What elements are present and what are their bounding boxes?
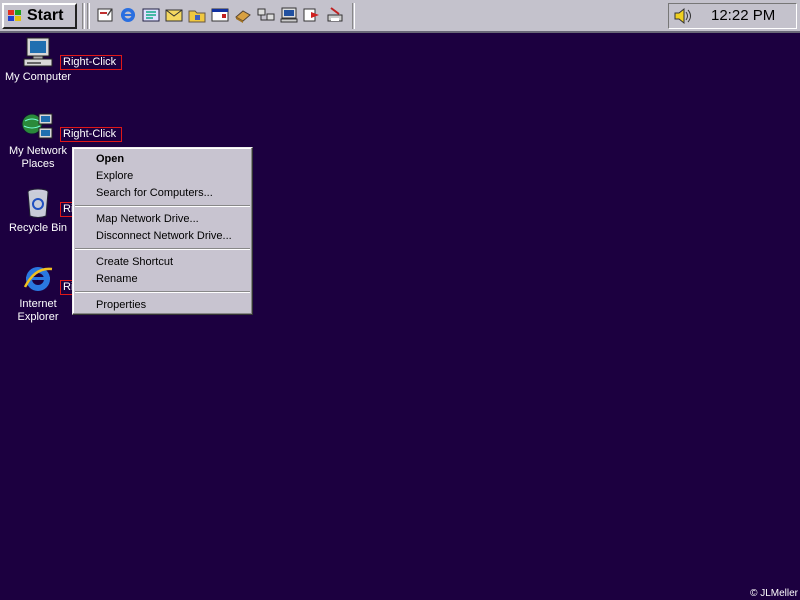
quick-launch-bar: [95, 5, 345, 27]
computer-icon[interactable]: [279, 5, 299, 25]
arrow-icon[interactable]: [302, 5, 322, 25]
volume-icon[interactable]: [672, 6, 694, 26]
menu-item-properties[interactable]: Properties: [96, 298, 146, 312]
clock[interactable]: 12:22 PM: [711, 7, 775, 24]
taskbar-separator: [82, 3, 85, 29]
internet-explorer-icon[interactable]: [118, 5, 138, 25]
right-click-tag: Right-Click: [60, 127, 122, 142]
menu-separator: [75, 291, 250, 293]
taskbar-separator: [87, 3, 90, 29]
internet-explorer-icon: [23, 267, 53, 291]
recycle-bin-icon: [27, 188, 49, 218]
desktop-icon-label: My Network Places: [8, 145, 68, 170]
outlook-icon[interactable]: [164, 5, 184, 25]
windows-logo-icon: [8, 10, 21, 21]
desktop-icon-label: Internet Explorer: [17, 298, 59, 323]
printer-icon[interactable]: [325, 5, 345, 25]
copyright-text: © JLMeller: [750, 588, 798, 599]
menu-separator: [75, 248, 250, 250]
desktop-icon-label: My Computer: [4, 71, 72, 83]
menu-item-open[interactable]: Open: [96, 152, 124, 166]
menu-item-explore[interactable]: Explore: [96, 169, 133, 183]
menu-item-map-network-drive[interactable]: Map Network Drive...: [96, 212, 199, 226]
my-computer-icon: [23, 37, 53, 67]
menu-item-search-for-computers[interactable]: Search for Computers...: [96, 186, 213, 200]
menu-item-create-shortcut[interactable]: Create Shortcut: [96, 255, 173, 269]
system-tray: 12:22 PM: [668, 3, 797, 29]
start-button[interactable]: Start: [2, 3, 77, 29]
channels-icon[interactable]: [141, 5, 161, 25]
network-icon[interactable]: [256, 5, 276, 25]
book-icon[interactable]: [233, 5, 253, 25]
context-menu: Open Explore Search for Computers... Map…: [72, 147, 253, 315]
menu-separator: [75, 205, 250, 207]
window-icon[interactable]: [210, 5, 230, 25]
folder-icon[interactable]: [187, 5, 207, 25]
start-label: Start: [27, 7, 64, 24]
right-click-tag: Right-Click: [60, 55, 122, 70]
show-desktop-icon[interactable]: [95, 5, 115, 25]
menu-item-rename[interactable]: Rename: [96, 272, 138, 286]
desktop-icon-label: Recycle Bin: [8, 222, 68, 234]
network-places-icon: [21, 113, 53, 139]
menu-item-disconnect-network-drive[interactable]: Disconnect Network Drive...: [96, 229, 232, 243]
taskbar: Start 12:22 PM: [0, 0, 800, 33]
taskbar-separator: [352, 3, 355, 29]
